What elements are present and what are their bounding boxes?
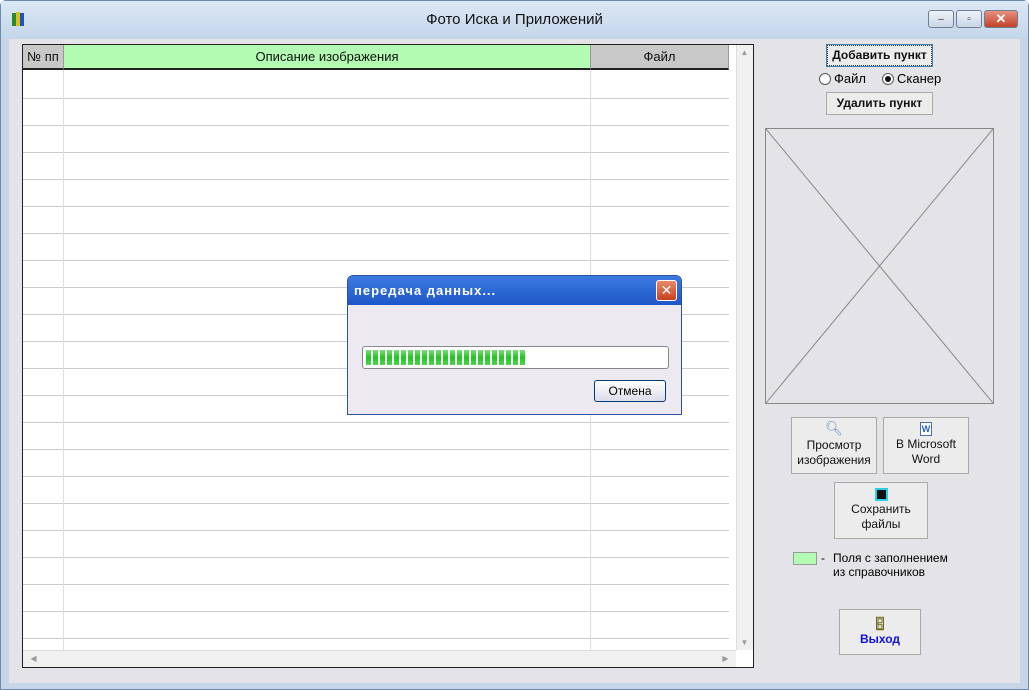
progress-block xyxy=(394,350,399,365)
table-row[interactable] xyxy=(23,126,729,153)
button-label: файлы xyxy=(861,516,901,531)
button-label: В Microsoft xyxy=(895,436,956,451)
scroll-down-icon[interactable]: ▼ xyxy=(737,638,752,647)
progress-block xyxy=(520,350,525,365)
progress-block xyxy=(373,350,378,365)
progress-block xyxy=(436,350,441,365)
legend-line: из справочников xyxy=(833,565,926,579)
table-row[interactable] xyxy=(23,99,729,126)
progress-block xyxy=(471,350,476,365)
progress-block xyxy=(380,350,385,365)
column-header-file[interactable]: Файл xyxy=(591,45,729,70)
progress-block xyxy=(513,350,518,365)
table-row[interactable] xyxy=(23,180,729,207)
table-row[interactable] xyxy=(23,558,729,585)
progress-block xyxy=(443,350,448,365)
add-item-button[interactable]: Добавить пункт xyxy=(826,44,933,67)
table-row[interactable] xyxy=(23,423,729,450)
progress-block xyxy=(478,350,483,365)
progress-block xyxy=(499,350,504,365)
progress-block xyxy=(422,350,427,365)
image-preview xyxy=(765,128,994,404)
button-label: Word xyxy=(911,451,941,466)
progress-block xyxy=(457,350,462,365)
progress-block xyxy=(408,350,413,365)
button-label: изображения xyxy=(797,452,871,467)
table-row[interactable] xyxy=(23,207,729,234)
scroll-up-icon[interactable]: ▲ xyxy=(737,48,752,57)
progress-block xyxy=(429,350,434,365)
exit-button[interactable]: 🚪︎ Выход xyxy=(839,609,921,655)
progress-block xyxy=(387,350,392,365)
radio-file[interactable]: Файл xyxy=(819,71,866,86)
table-row[interactable] xyxy=(23,504,729,531)
button-label: Сохранить xyxy=(851,501,911,516)
progress-block xyxy=(450,350,455,365)
cancel-button[interactable]: Отмена xyxy=(594,380,666,402)
column-header-number[interactable]: № пп xyxy=(23,45,64,70)
table-row[interactable] xyxy=(23,234,729,261)
progress-block xyxy=(401,350,406,365)
scroll-right-icon[interactable]: ▶ xyxy=(718,654,733,663)
column-header-description[interactable]: Описание изображения xyxy=(64,45,591,70)
progress-block xyxy=(485,350,490,365)
progress-block xyxy=(464,350,469,365)
table-row[interactable] xyxy=(23,477,729,504)
floppy-disk-icon xyxy=(874,488,888,501)
exit-door-icon: 🚪︎ xyxy=(871,616,889,631)
empty-image-placeholder-icon xyxy=(765,128,994,404)
radio-label: Сканер xyxy=(897,71,942,86)
table-row[interactable] xyxy=(23,153,729,180)
window-title: Фото Иска и Приложений xyxy=(426,11,603,28)
radio-circle xyxy=(819,72,831,85)
legend-dash: - xyxy=(821,551,825,565)
title-bar: Фото Иска и Приложений – ▫ ✕ xyxy=(1,1,1028,39)
table-row[interactable] xyxy=(23,531,729,558)
radio-label: Файл xyxy=(834,71,866,86)
button-label: Выход xyxy=(859,631,901,646)
button-label: Просмотр xyxy=(806,437,862,452)
dialog-title: передача данных... xyxy=(348,276,681,305)
horizontal-scrollbar[interactable]: ◀ ▶ xyxy=(23,650,736,667)
minimize-button[interactable]: – xyxy=(928,10,954,28)
close-button[interactable]: ✕ xyxy=(984,10,1018,28)
progress-block xyxy=(366,350,371,365)
radio-circle xyxy=(882,72,894,85)
transfer-progress-bar xyxy=(362,346,669,369)
scroll-left-icon[interactable]: ◀ xyxy=(26,654,41,663)
progress-block xyxy=(415,350,420,365)
radio-scanner[interactable]: Сканер xyxy=(882,71,941,86)
progress-block xyxy=(492,350,497,365)
dialog-close-button[interactable]: ✕ xyxy=(656,280,677,301)
legend-text: Поля с заполнением из справочников xyxy=(833,551,948,579)
export-word-button[interactable]: W В Microsoft Word xyxy=(883,417,969,474)
legend-line: Поля с заполнением xyxy=(833,551,948,565)
progress-block xyxy=(506,350,511,365)
table-row[interactable] xyxy=(23,450,729,477)
legend-swatch xyxy=(793,552,817,565)
table-row[interactable] xyxy=(23,612,729,639)
progress-dialog: передача данных... ✕ Отмена xyxy=(347,275,682,415)
table-row[interactable] xyxy=(23,585,729,612)
delete-item-button[interactable]: Удалить пункт xyxy=(826,92,933,115)
table-row[interactable] xyxy=(23,72,729,99)
maximize-button[interactable]: ▫ xyxy=(956,10,982,28)
save-files-button[interactable]: Сохранить файлы xyxy=(834,482,928,539)
view-image-button[interactable]: 🔍︎ Просмотр изображения xyxy=(791,417,877,474)
word-document-icon: W xyxy=(920,422,932,436)
vertical-scrollbar[interactable]: ▲ ▼ xyxy=(736,45,753,650)
magnifier-icon: 🔍︎ xyxy=(825,420,843,436)
